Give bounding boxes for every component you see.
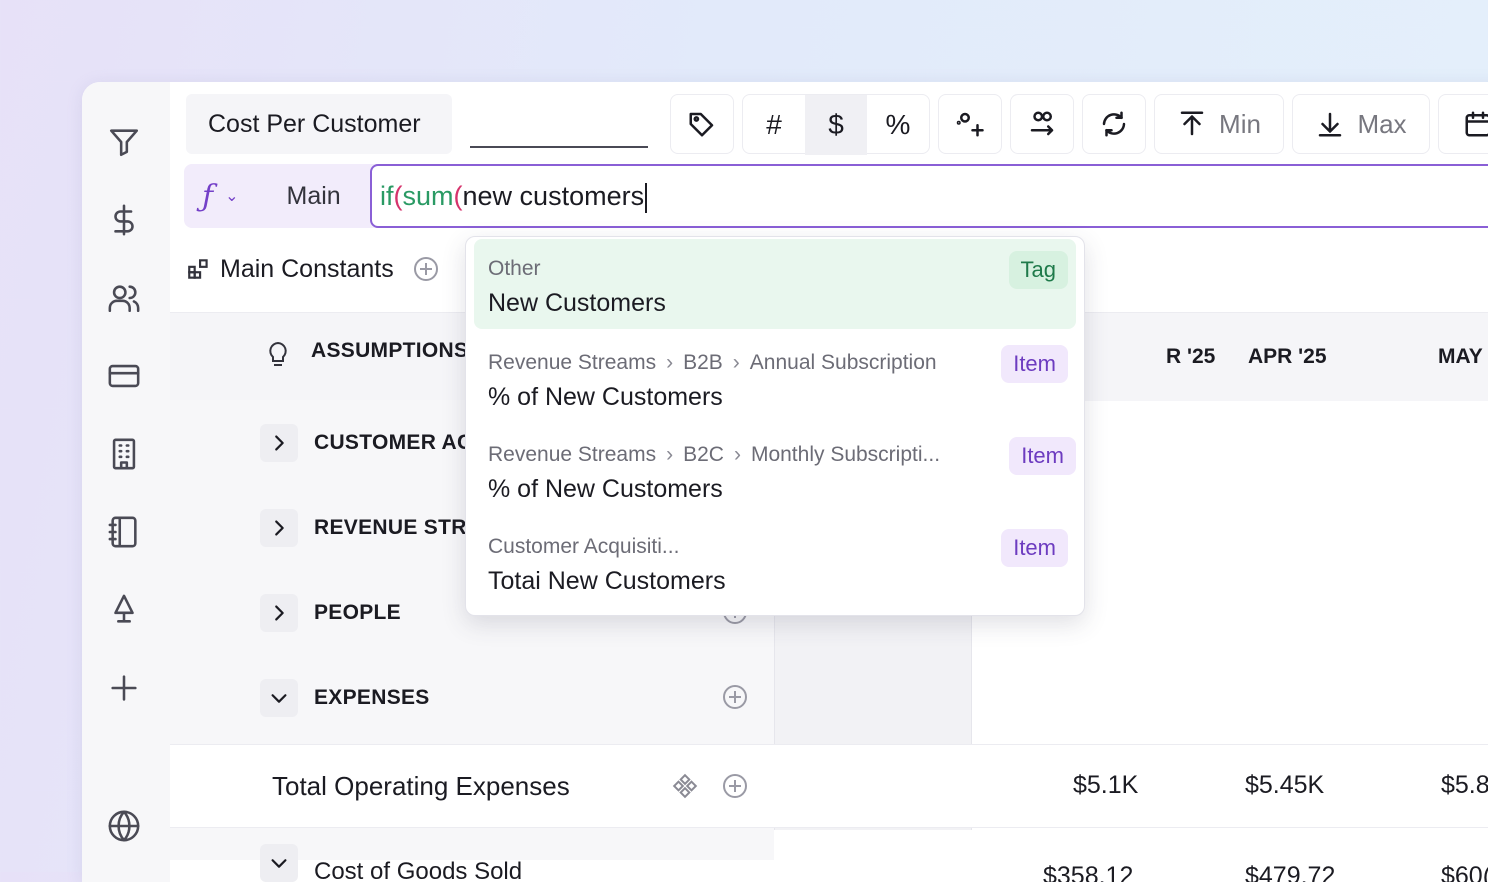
assumptions-label: ASSUMPTIONS [311,339,469,362]
arrow-up-icon [1180,111,1204,136]
increase-decimal-icon [1030,111,1054,136]
collapse-button[interactable] [260,844,298,882]
credit-card-icon[interactable] [104,356,144,396]
increase-decimal-button[interactable] [1010,94,1074,154]
item-name: % of New Customers [488,475,723,503]
autocomplete-item[interactable]: Revenue Streams › B2C › Monthly Subscripti..… [474,425,1076,515]
min-button[interactable]: Min [1154,94,1284,154]
table-row[interactable]: Total Operating Expenses $5.1K $5.45K $5… [170,744,1488,828]
expand-button[interactable] [260,424,298,462]
type-badge: Item [1001,345,1068,383]
notebook-icon[interactable] [104,512,144,552]
formula-row: ƒ ⌄ Main if(sum(new customers [170,164,1488,228]
autocomplete-item[interactable]: Customer Acquisiti... Totai New Customer… [474,517,1076,607]
item-path: Other [488,257,541,280]
max-button[interactable]: Max [1292,94,1430,154]
blocks-icon [188,259,208,279]
cell-value[interactable]: $60( [1441,862,1488,882]
item-name: New Customers [488,289,666,317]
cell-value[interactable]: $5.1K [1073,771,1138,800]
chevron-down-icon [271,694,287,703]
formula-paren: ( [453,181,463,211]
autocomplete-dropdown: Other New Customers Tag Revenue Streams ›… [465,236,1085,616]
add-row-icon[interactable] [723,774,747,798]
scope-label[interactable]: Main [287,182,341,211]
metric-name-field[interactable]: Cost Per Customer [186,94,452,154]
sidebar [82,82,171,882]
secondary-input-underline[interactable] [470,146,648,148]
function-selector[interactable]: ƒ ⌄ Main [184,164,384,228]
cell-value[interactable]: $479.72 [1245,862,1335,882]
group-label: CUSTOMER AC [314,431,473,454]
type-badge: Item [1001,529,1068,567]
month-header: APR '25 [1248,345,1327,368]
refresh-icon [1102,111,1126,137]
collapse-button[interactable] [260,679,298,717]
calendar-button[interactable] [1438,94,1488,154]
add-constant-icon[interactable] [413,257,438,281]
filter-icon[interactable] [104,122,144,162]
item-name: Totai New Customers [488,567,726,595]
tag-icon [689,112,714,137]
decrease-decimal-icon [956,112,984,137]
dollar-icon[interactable] [104,200,144,240]
row-label: Total Operating Expenses [272,771,570,801]
toolbar: Cost Per Customer # $ % Min Max [170,94,1488,155]
min-label: Min [1219,108,1261,139]
chevron-down-icon [271,859,287,868]
table-row[interactable]: Cost of Goods Sold $358.12 $479.72 $60( [170,832,1488,882]
chevron-right-icon [275,435,284,451]
chevron-right-icon [275,520,284,536]
add-row-icon[interactable] [723,685,747,709]
formula-text: new customers [462,181,645,211]
max-label: Max [1357,108,1407,139]
month-header: MAY [1438,345,1483,368]
components-icon[interactable] [672,773,698,799]
autocomplete-item[interactable]: Other New Customers Tag [474,239,1076,329]
month-header: R '25 [1166,345,1216,368]
type-badge: Tag [1008,251,1068,289]
cell-value[interactable]: $358.12 [1043,862,1133,882]
refresh-button[interactable] [1082,94,1146,154]
percent-format-button[interactable]: % [867,95,929,155]
formula-paren: ( [393,181,403,211]
cell-value[interactable]: $5.45K [1245,771,1324,800]
expand-button[interactable] [260,594,298,632]
chevron-down-icon: ⌄ [225,188,239,205]
formula-input[interactable]: if(sum(new customers [370,164,1488,228]
building-icon[interactable] [104,434,144,474]
type-badge: Item [1009,437,1076,475]
tree-icon[interactable] [104,590,144,630]
group-label: PEOPLE [314,601,401,624]
calendar-icon [1465,111,1488,137]
formula-fn-if: if [380,181,394,211]
lightbulb-icon [269,341,287,366]
decrease-decimal-button[interactable] [938,94,1002,154]
tag-button[interactable] [670,94,734,154]
group-label: REVENUE STR [314,516,467,539]
format-group: # $ % [742,94,930,155]
item-path: Revenue Streams › B2B › Annual Subscription [488,351,937,374]
function-icon: ƒ [202,178,214,214]
globe-icon[interactable] [104,806,144,846]
add-icon[interactable] [104,668,144,708]
item-name: % of New Customers [488,383,723,411]
group-label: EXPENSES [314,686,430,709]
arrow-down-icon [1319,112,1342,137]
row-label: Cost of Goods Sold [314,858,523,882]
text-cursor [645,182,648,213]
constants-label: Main Constants [220,254,394,283]
cell-value[interactable]: $5.8 [1441,771,1488,800]
currency-format-button[interactable]: $ [805,95,867,155]
autocomplete-item[interactable]: Revenue Streams › B2B › Annual Subscription … [474,333,1076,423]
expand-button[interactable] [260,509,298,547]
item-path: Revenue Streams › B2C › Monthly Subscripti..… [488,443,941,466]
users-icon[interactable] [104,278,144,318]
group-row-expenses[interactable]: EXPENSES [170,669,774,729]
constants-row[interactable]: Main Constants [186,252,438,286]
number-format-button[interactable]: # [743,95,805,155]
item-path: Customer Acquisiti... [488,535,680,558]
formula-fn-sum: sum [402,181,454,211]
chevron-right-icon [275,605,284,621]
